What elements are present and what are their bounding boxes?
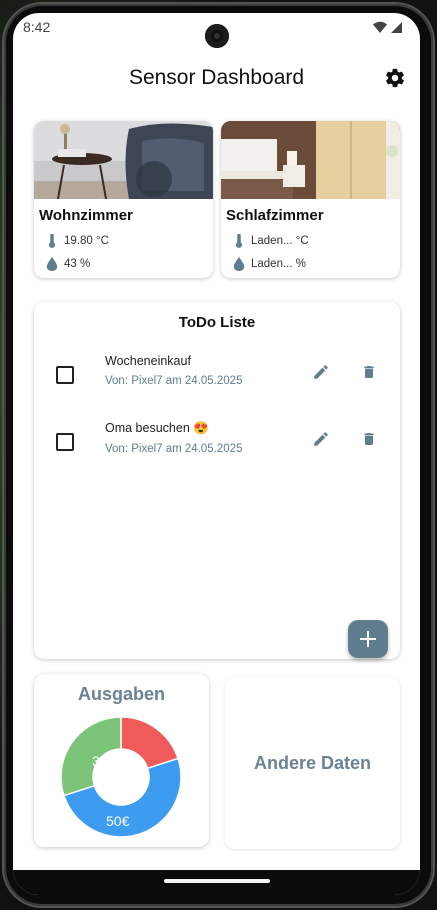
todo-text: Oma besuchen 😍 Von: Pixel7 am 24.05.2025 bbox=[105, 421, 242, 455]
front-camera bbox=[205, 24, 229, 48]
humidity-row: Laden... % bbox=[221, 252, 400, 275]
other-data-title: Andere Daten bbox=[253, 752, 372, 773]
thermometer-icon bbox=[48, 233, 56, 248]
temperature-value: 19.80 °C bbox=[64, 234, 109, 247]
humidity-value: 43 % bbox=[64, 257, 91, 270]
add-todo-button[interactable] bbox=[348, 620, 388, 658]
todo-item: Wocheneinkauf Von: Pixel7 am 24.05.2025 bbox=[34, 354, 400, 404]
edit-icon[interactable] bbox=[312, 430, 330, 448]
room-name: Schlafzimmer bbox=[226, 207, 324, 224]
temperature-value: Laden... °C bbox=[251, 234, 309, 247]
todo-item-title: Wocheneinkauf bbox=[105, 354, 191, 368]
plus-icon bbox=[360, 631, 376, 647]
todo-text: Wocheneinkauf Von: Pixel7 am 24.05.2025 bbox=[105, 354, 242, 387]
edit-icon[interactable] bbox=[312, 363, 330, 381]
app-bar: Sensor Dashboard bbox=[13, 51, 420, 105]
room-name: Wohnzimmer bbox=[39, 207, 133, 224]
app-screen: 8:42 Sensor Dashboard Wohnzimmer 19.80 °… bbox=[13, 13, 420, 895]
gear-icon[interactable] bbox=[384, 67, 406, 89]
status-time: 8:42 bbox=[23, 19, 51, 35]
slice-label-30: 30€ bbox=[92, 753, 116, 769]
trash-icon[interactable] bbox=[361, 430, 377, 448]
water-drop-icon bbox=[233, 256, 245, 271]
wifi-icon bbox=[373, 21, 387, 33]
room-card-schlafzimmer[interactable]: Schlafzimmer Laden... °C Laden... % bbox=[221, 121, 400, 278]
todo-title: ToDo Liste bbox=[178, 314, 256, 331]
other-data-card[interactable]: Andere Daten bbox=[225, 677, 400, 849]
expenses-title: Ausgaben bbox=[77, 684, 165, 704]
todo-checkbox[interactable] bbox=[56, 433, 74, 451]
todo-item-subtitle: Von: Pixel7 am 24.05.2025 bbox=[105, 375, 243, 387]
status-icons bbox=[373, 21, 402, 33]
room-photo-bedroom bbox=[221, 121, 400, 199]
home-gesture-handle[interactable] bbox=[164, 879, 270, 883]
thermometer-icon bbox=[235, 233, 243, 248]
humidity-value: Laden... % bbox=[251, 257, 306, 270]
navigation-bar bbox=[13, 870, 420, 895]
humidity-row: 43 % bbox=[34, 252, 213, 275]
todo-checkbox[interactable] bbox=[56, 366, 74, 384]
todo-item-subtitle: Von: Pixel7 am 24.05.2025 bbox=[105, 443, 243, 455]
water-drop-icon bbox=[46, 256, 58, 271]
room-photo-living bbox=[34, 121, 213, 199]
room-card-wohnzimmer[interactable]: Wohnzimmer 19.80 °C 43 % bbox=[34, 121, 213, 278]
expenses-card[interactable]: Ausgaben 30€ 50€ bbox=[34, 674, 209, 847]
expenses-donut-chart: 30€ 50€ bbox=[60, 716, 182, 838]
temperature-row: Laden... °C bbox=[221, 229, 400, 252]
trash-icon[interactable] bbox=[361, 363, 377, 381]
slice-label-50: 50€ bbox=[106, 813, 130, 829]
temperature-row: 19.80 °C bbox=[34, 229, 213, 252]
cell-signal-icon bbox=[391, 21, 402, 33]
page-title: Sensor Dashboard bbox=[128, 66, 305, 89]
todo-item-title: Oma besuchen 😍 bbox=[105, 421, 209, 435]
todo-item: Oma besuchen 😍 Von: Pixel7 am 24.05.2025 bbox=[34, 421, 400, 471]
todo-card: ToDo Liste Wocheneinkauf Von: Pixel7 am … bbox=[34, 302, 400, 659]
